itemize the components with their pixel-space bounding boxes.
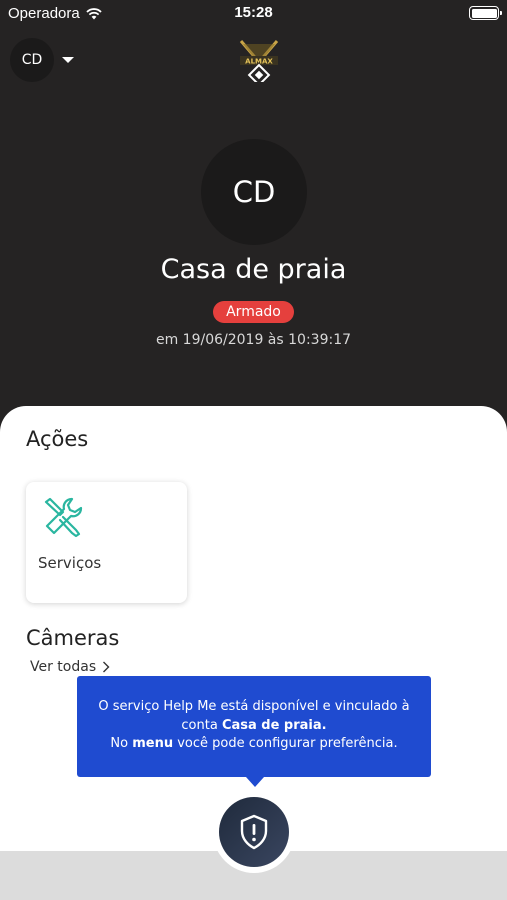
tooltip-line-3: No menu você pode configurar preferência…: [110, 736, 398, 751]
cameras-title: Câmeras: [26, 626, 120, 650]
services-card[interactable]: Serviços: [26, 482, 187, 603]
chevron-right-icon: [103, 661, 110, 673]
status-badge: Armado: [213, 301, 294, 323]
status-bar: Operadora 15:28: [0, 0, 507, 28]
services-label: Serviços: [38, 554, 102, 572]
property-avatar: CD: [201, 139, 307, 245]
account-avatar[interactable]: CD: [10, 38, 54, 82]
actions-title: Ações: [26, 427, 89, 451]
tools-icon: [44, 497, 83, 538]
tooltip-menu-word: menu: [132, 736, 174, 751]
help-me-button[interactable]: [219, 797, 289, 867]
property-name: Casa de praia: [160, 254, 347, 285]
battery-icon: [469, 6, 502, 20]
shield-alert-icon: [240, 814, 268, 850]
chevron-down-icon[interactable]: [62, 57, 74, 63]
clock: 15:28: [234, 4, 273, 21]
status-date: em 19/06/2019 às 10:39:17: [155, 332, 352, 348]
see-all-label[interactable]: Ver todas: [30, 659, 96, 675]
tooltip-line-1: O serviço Help Me está disponível e vinc…: [98, 699, 410, 714]
brand-logo: ALMAX: [239, 40, 279, 82]
help-me-tooltip[interactable]: O serviço Help Me está disponível e vinc…: [77, 676, 431, 777]
tooltip-arrow: [246, 777, 264, 787]
see-all-cameras-link[interactable]: Ver todas: [30, 659, 110, 675]
account-switcher[interactable]: CD: [10, 38, 74, 82]
tooltip-line-2: conta Casa de praia.: [181, 717, 327, 733]
tooltip-account-name: Casa de praia.: [221, 717, 327, 733]
